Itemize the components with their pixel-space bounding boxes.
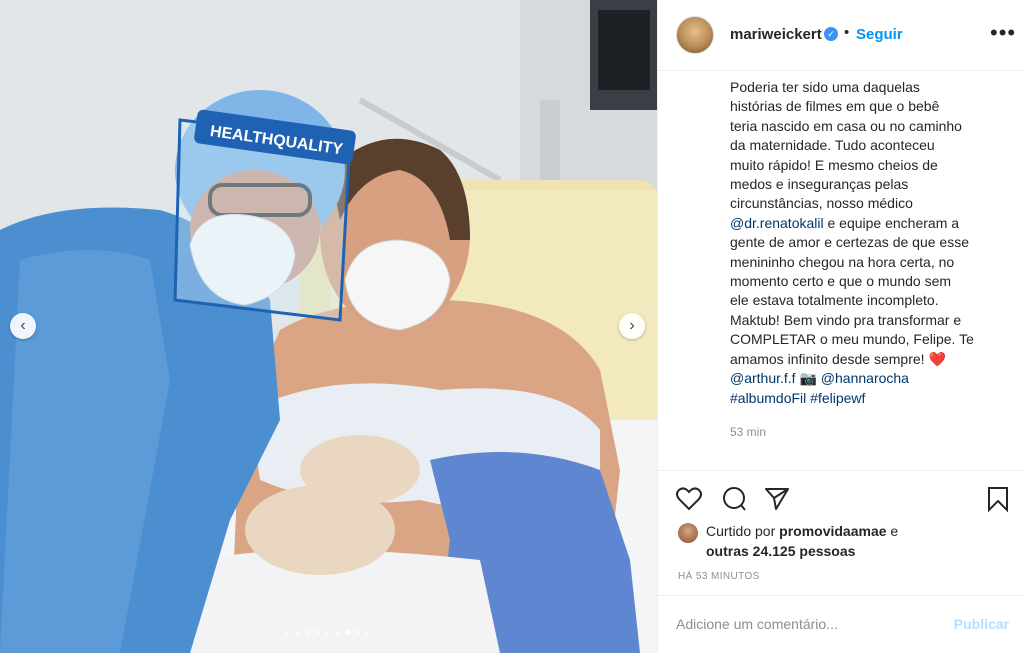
caption-line: circunstâncias, nosso médico: [730, 195, 913, 212]
share-icon[interactable]: [764, 487, 790, 511]
carousel-next-button[interactable]: ›: [619, 313, 645, 339]
caption-line: momento certo e que o mundo sem: [730, 273, 952, 290]
carousel-dot: [305, 630, 310, 635]
caption-line: Maktub! Bem vindo pra transformar e: [730, 311, 962, 328]
avatar[interactable]: [676, 16, 714, 54]
carousel-dot: [345, 630, 350, 635]
caption-line: da maternidade. Tudo aconteceu: [730, 137, 935, 154]
carousel-dot: [285, 630, 290, 635]
post-timestamp: HÁ 53 MINUTOS: [678, 571, 760, 582]
post-side-panel: mariweickert ✓ • Seguir ••• Poderia ter …: [657, 0, 1024, 653]
carousel-prev-button[interactable]: ‹: [10, 313, 36, 339]
carousel-dot: [355, 630, 360, 635]
carousel-dot: [335, 630, 340, 635]
likes-summary[interactable]: Curtido por promovidaamae e outras 24.12…: [706, 521, 1006, 561]
caption-line: @dr.renatokalil e equipe encheram a: [730, 214, 960, 231]
publish-button[interactable]: Publicar: [954, 616, 1009, 632]
comment-icon[interactable]: [721, 486, 747, 512]
caption-line: medos e inseguranças pelas: [730, 176, 909, 193]
follow-button[interactable]: Seguir: [856, 26, 903, 43]
verified-badge-icon: ✓: [824, 27, 838, 41]
likes-prefix: Curtido por: [706, 523, 780, 539]
save-bookmark-icon[interactable]: [987, 486, 1009, 512]
caption-line: amamos infinito desde sempre! ❤️: [730, 350, 946, 367]
caption-line: histórias de filmes em que o bebê: [730, 98, 940, 115]
mention-link[interactable]: @hannarocha: [821, 370, 909, 386]
likes-others[interactable]: outras 24.125 pessoas: [706, 543, 855, 559]
post-header: mariweickert ✓ • Seguir •••: [658, 0, 1024, 71]
like-heart-icon[interactable]: [676, 487, 702, 511]
separator: •: [844, 24, 850, 41]
post-actions: Curtido por promovidaamae e outras 24.12…: [658, 470, 1024, 611]
caption-line: menininho chegou na hora certa, no: [730, 253, 955, 270]
caption-line: @arthur.f.f 📷 @hannarocha: [730, 370, 909, 387]
comment-input[interactable]: Adicione um comentário...: [676, 616, 838, 632]
post-photo[interactable]: HEALTHQUALITY ‹ ›: [0, 0, 657, 653]
chevron-left-icon: ‹: [20, 317, 26, 334]
photo-illustration: HEALTHQUALITY: [0, 0, 657, 653]
caption-line: ele estava totalmente incompleto.: [730, 292, 939, 309]
likes-suffix: e: [886, 523, 899, 539]
caption-time: 53 min: [730, 425, 767, 439]
liker-avatar[interactable]: [678, 523, 698, 543]
chevron-right-icon: ›: [629, 317, 635, 334]
post-caption: Poderia ter sido uma daquelas histórias d…: [730, 78, 1000, 408]
caption-line: teria nascido em casa ou no caminho: [730, 117, 962, 134]
caption-line: gente de amor e certezas de que esse: [730, 234, 969, 251]
carousel-dot: [315, 630, 320, 635]
caption-line: COMPLETAR o meu mundo, Felipe. Te: [730, 331, 974, 348]
caption-line: #albumdoFil #felipewf: [730, 389, 1000, 408]
caption-line: muito rápido! E mesmo cheios de: [730, 156, 938, 173]
mention-link[interactable]: @arthur.f.f: [730, 370, 796, 386]
mention-link[interactable]: @dr.renatokalil: [730, 215, 824, 231]
carousel-dot: [325, 630, 330, 635]
caption-line: Poderia ter sido uma daquelas: [730, 79, 920, 95]
hashtag-link[interactable]: #felipewf: [810, 390, 865, 406]
carousel-indicator: [285, 630, 370, 635]
carousel-dot: [295, 630, 300, 635]
username-link[interactable]: mariweickert: [730, 26, 822, 43]
carousel-dot: [365, 630, 370, 635]
hashtag-link[interactable]: #albumdoFil: [730, 390, 806, 406]
liker-username[interactable]: promovidaamae: [779, 523, 886, 539]
instagram-post-window: HEALTHQUALITY ‹ › mariweickert ✓ • Segui…: [0, 0, 1024, 653]
comment-bar: Adicione um comentário... Publicar: [658, 595, 1024, 654]
more-options-icon[interactable]: •••: [990, 20, 1016, 46]
